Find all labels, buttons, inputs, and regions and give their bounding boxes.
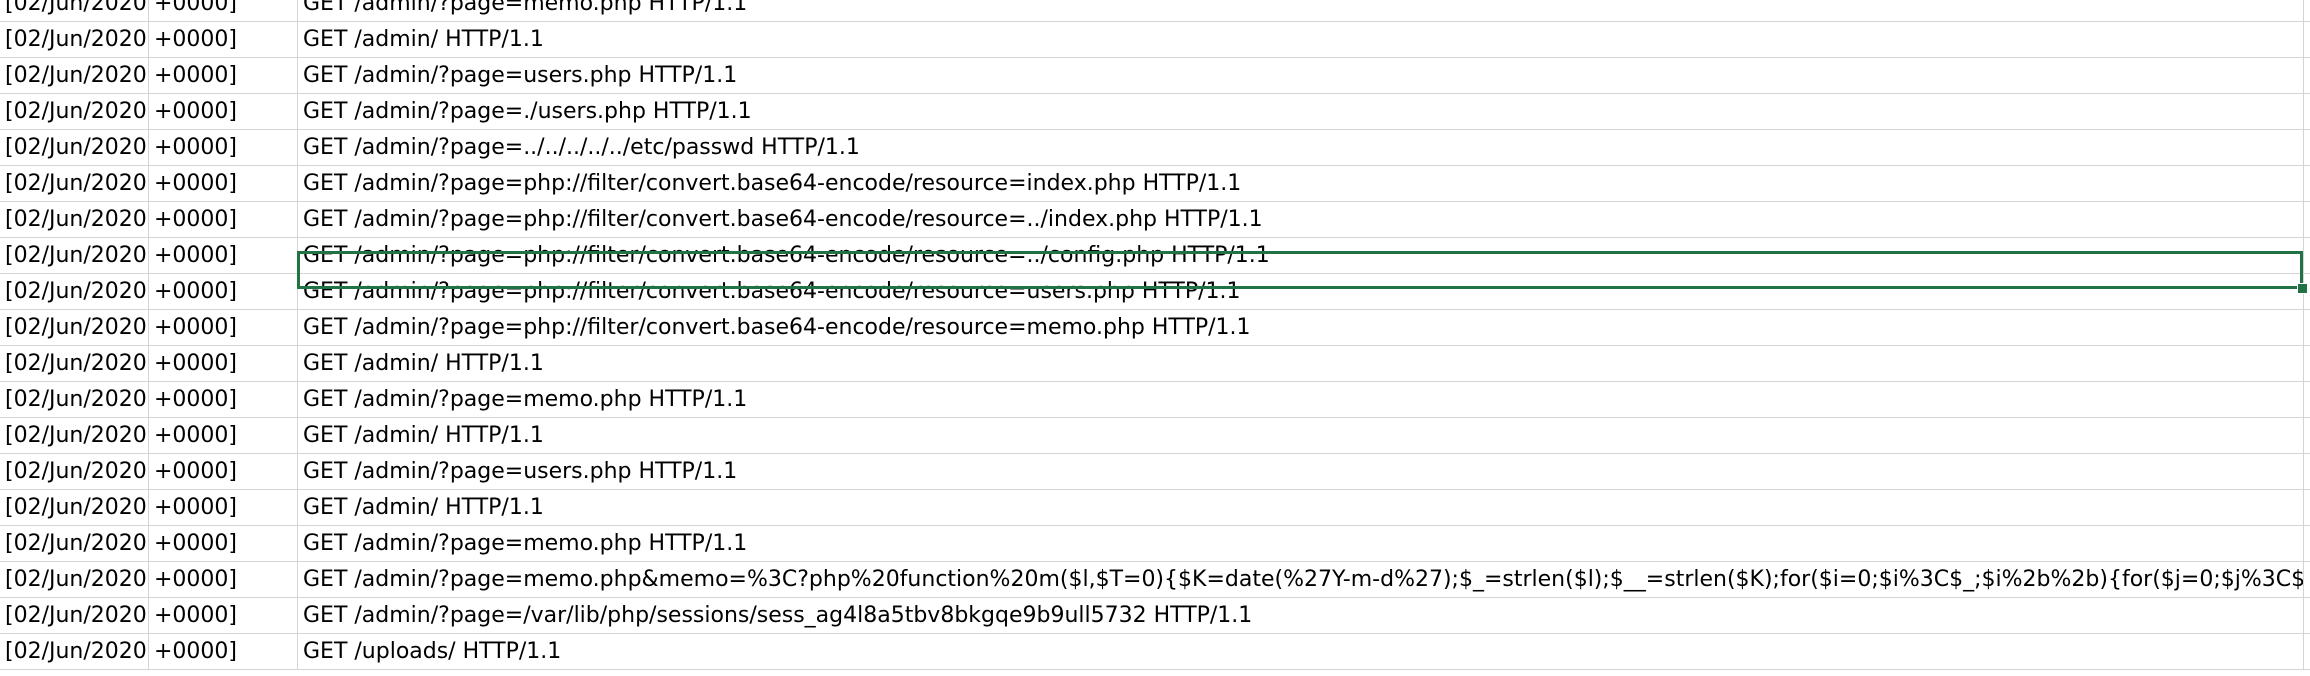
cell-date[interactable]: [02/Jun/2020 [0, 202, 149, 238]
cell-date[interactable]: [02/Jun/2020 [0, 274, 149, 310]
cell-request[interactable]: GET /admin/?page=/var/lib/php/sessions/s… [298, 598, 2304, 634]
spreadsheet-grid: [02/Jun/2020 +0000] GET /admin/?page=mem… [0, 0, 2310, 676]
cell-request[interactable]: GET /admin/?page=memo.php HTTP/1.1 [298, 0, 2304, 22]
cell-empty[interactable] [2304, 634, 2310, 670]
cell-empty[interactable] [2304, 490, 2310, 526]
cell-request[interactable]: GET /admin/?page=php://filter/convert.ba… [298, 310, 2304, 346]
table-row: [02/Jun/2020 +0000] GET /admin/?page=mem… [0, 0, 2310, 22]
cell-timezone[interactable]: +0000] [149, 562, 298, 598]
cell-timezone[interactable]: +0000] [149, 490, 298, 526]
cell-timezone[interactable]: +0000] [149, 310, 298, 346]
cell-request[interactable]: GET /admin/?page=memo.php HTTP/1.1 [298, 382, 2304, 418]
cell-timezone[interactable]: +0000] [149, 526, 298, 562]
cell-request[interactable]: GET /admin/?page=users.php HTTP/1.1 [298, 454, 2304, 490]
cell-timezone[interactable]: +0000] [149, 130, 298, 166]
table-row: [02/Jun/2020 +0000] GET /admin/?page=./u… [0, 94, 2310, 130]
cell-date[interactable]: [02/Jun/2020 [0, 166, 149, 202]
cell-empty[interactable] [2304, 598, 2310, 634]
cell-date[interactable]: [02/Jun/2020 [0, 382, 149, 418]
cell-empty[interactable] [2304, 382, 2310, 418]
cell-empty[interactable] [2304, 562, 2310, 598]
cell-request[interactable]: GET /admin/?page=./users.php HTTP/1.1 [298, 94, 2304, 130]
table-row: [02/Jun/2020 +0000] GET /admin/?page=mem… [0, 382, 2310, 418]
cell-request[interactable]: GET /admin/?page=php://filter/convert.ba… [298, 166, 2304, 202]
cell-date[interactable]: [02/Jun/2020 [0, 490, 149, 526]
table-row: [02/Jun/2020 +0000] GET /admin/?page=/va… [0, 598, 2310, 634]
table-row: [02/Jun/2020 +0000] GET /admin/?page=php… [0, 202, 2310, 238]
cell-timezone[interactable]: +0000] [149, 94, 298, 130]
cell-date[interactable]: [02/Jun/2020 [0, 454, 149, 490]
cell-request[interactable]: GET /admin/ HTTP/1.1 [298, 490, 2304, 526]
cell-request[interactable]: GET /admin/ HTTP/1.1 [298, 346, 2304, 382]
cell-timezone[interactable]: +0000] [149, 382, 298, 418]
cell-request[interactable]: GET /admin/?page=memo.php&memo=%3C?php%2… [298, 562, 2304, 598]
table-row: [02/Jun/2020 +0000] GET /admin/?page=use… [0, 454, 2310, 490]
cell-date[interactable]: [02/Jun/2020 [0, 598, 149, 634]
table-row: [02/Jun/2020 +0000] GET /admin/?page=php… [0, 166, 2310, 202]
table-row: [02/Jun/2020 +0000] GET /admin/?page=mem… [0, 526, 2310, 562]
cell-date[interactable]: [02/Jun/2020 [0, 94, 149, 130]
table-row: [02/Jun/2020 +0000] GET /admin/?page=php… [0, 310, 2310, 346]
cell-date[interactable]: [02/Jun/2020 [0, 0, 149, 22]
cell-date[interactable]: [02/Jun/2020 [0, 22, 149, 58]
table-row: [02/Jun/2020 +0000] GET /admin/?page=../… [0, 130, 2310, 166]
cell-empty[interactable] [2304, 418, 2310, 454]
cell-timezone[interactable]: +0000] [149, 22, 298, 58]
cell-timezone[interactable]: +0000] [149, 202, 298, 238]
cell-empty[interactable] [2304, 202, 2310, 238]
cell-request-selected[interactable]: GET /admin/?page=php://filter/convert.ba… [298, 238, 2304, 274]
fill-handle[interactable] [2297, 283, 2308, 294]
cell-request[interactable]: GET /admin/ HTTP/1.1 [298, 418, 2304, 454]
table-row: [02/Jun/2020 +0000] GET /admin/ HTTP/1.1 [0, 346, 2310, 382]
cell-request[interactable]: GET /admin/ HTTP/1.1 [298, 22, 2304, 58]
cell-timezone[interactable]: +0000] [149, 166, 298, 202]
cell-empty[interactable] [2304, 310, 2310, 346]
table-row: [02/Jun/2020 +0000] GET /admin/?page=mem… [0, 562, 2310, 598]
cell-timezone[interactable]: +0000] [149, 346, 298, 382]
cell-date[interactable]: [02/Jun/2020 [0, 238, 149, 274]
table-row: [02/Jun/2020 +0000] GET /uploads/ HTTP/1… [0, 634, 2310, 670]
cell-empty[interactable] [2304, 58, 2310, 94]
cell-date[interactable]: [02/Jun/2020 [0, 562, 149, 598]
cell-empty[interactable] [2304, 346, 2310, 382]
cell-empty[interactable] [2304, 238, 2310, 274]
cell-empty[interactable] [2304, 166, 2310, 202]
cell-date[interactable]: [02/Jun/2020 [0, 634, 149, 670]
table-row: [02/Jun/2020 +0000] GET /admin/?page=php… [0, 238, 2310, 274]
cell-empty[interactable] [2304, 0, 2310, 22]
cell-request[interactable]: GET /admin/?page=users.php HTTP/1.1 [298, 58, 2304, 94]
cell-timezone[interactable]: +0000] [149, 274, 298, 310]
cell-empty[interactable] [2304, 22, 2310, 58]
cell-request[interactable]: GET /admin/?page=php://filter/convert.ba… [298, 274, 2304, 310]
table-row: [02/Jun/2020 +0000] GET /admin/?page=php… [0, 274, 2310, 310]
table-row: [02/Jun/2020 +0000] GET /admin/ HTTP/1.1 [0, 418, 2310, 454]
cell-timezone[interactable]: +0000] [149, 598, 298, 634]
cell-timezone[interactable]: +0000] [149, 634, 298, 670]
table-row: [02/Jun/2020 +0000] GET /admin/?page=use… [0, 58, 2310, 94]
cell-timezone[interactable]: +0000] [149, 454, 298, 490]
cell-timezone[interactable]: +0000] [149, 418, 298, 454]
cell-empty[interactable] [2304, 454, 2310, 490]
cell-empty[interactable] [2304, 94, 2310, 130]
cell-date[interactable]: [02/Jun/2020 [0, 526, 149, 562]
cell-timezone[interactable]: +0000] [149, 58, 298, 94]
cell-request[interactable]: GET /admin/?page=memo.php HTTP/1.1 [298, 526, 2304, 562]
table-row: [02/Jun/2020 +0000] GET /admin/ HTTP/1.1 [0, 22, 2310, 58]
cell-request[interactable]: GET /uploads/ HTTP/1.1 [298, 634, 2304, 670]
cell-date[interactable]: [02/Jun/2020 [0, 418, 149, 454]
cell-request[interactable]: GET /admin/?page=php://filter/convert.ba… [298, 202, 2304, 238]
cell-date[interactable]: [02/Jun/2020 [0, 310, 149, 346]
cell-date[interactable]: [02/Jun/2020 [0, 346, 149, 382]
cell-timezone[interactable]: +0000] [149, 0, 298, 22]
cell-date[interactable]: [02/Jun/2020 [0, 58, 149, 94]
cell-request[interactable]: GET /admin/?page=../../../../../etc/pass… [298, 130, 2304, 166]
cell-timezone[interactable]: +0000] [149, 238, 298, 274]
table-row: [02/Jun/2020 +0000] GET /admin/ HTTP/1.1 [0, 490, 2310, 526]
cell-empty[interactable] [2304, 526, 2310, 562]
cell-date[interactable]: [02/Jun/2020 [0, 130, 149, 166]
cell-empty[interactable] [2304, 130, 2310, 166]
